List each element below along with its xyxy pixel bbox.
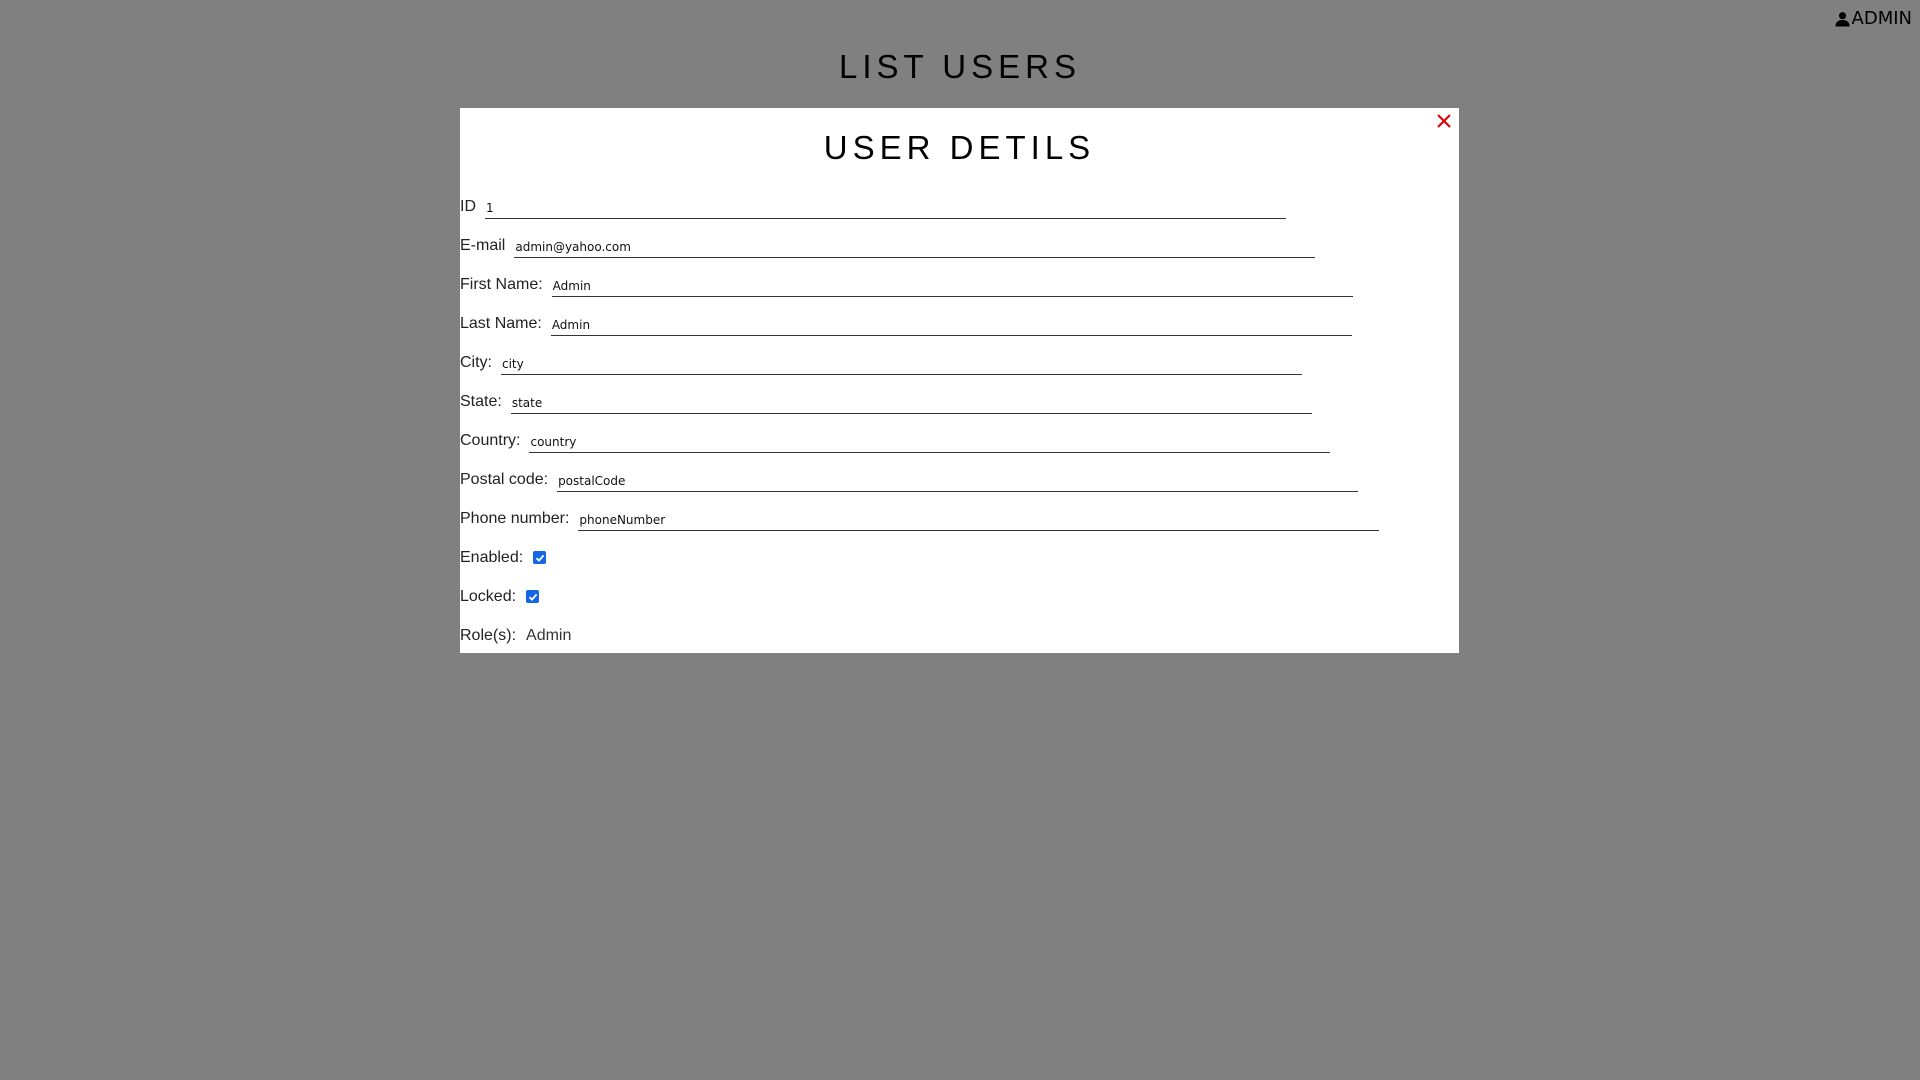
email-field[interactable] [514, 237, 1316, 258]
field-row-postal-code: Postal code: [460, 453, 1459, 492]
enabled-label: Enabled: [460, 549, 524, 566]
first-name-label: First Name: [460, 276, 543, 293]
locked-checkbox[interactable] [526, 590, 540, 603]
postal-code-field[interactable] [557, 471, 1359, 492]
field-row-phone-number: Phone number: [460, 492, 1459, 531]
city-label: City: [460, 354, 492, 371]
state-label: State: [460, 393, 502, 410]
state-field[interactable] [510, 393, 1312, 414]
first-name-field[interactable] [551, 276, 1353, 297]
close-icon [1437, 114, 1451, 128]
checkmark-icon [535, 554, 544, 562]
field-row-state: State: [460, 375, 1459, 414]
checkmark-icon [528, 593, 537, 601]
id-field[interactable] [485, 198, 1286, 219]
postal-code-label: Postal code: [460, 471, 549, 488]
close-button[interactable] [1433, 110, 1455, 132]
last-name-field[interactable] [550, 315, 1352, 336]
country-field[interactable] [529, 432, 1331, 453]
modal-title: USER DETILS [823, 129, 1096, 166]
city-field[interactable] [501, 354, 1302, 375]
country-label: Country: [460, 432, 521, 449]
roles-label: Role(s): [460, 627, 517, 644]
enabled-checkbox[interactable] [533, 551, 547, 564]
field-row-locked: Locked: [460, 570, 1459, 609]
field-row-enabled: Enabled: [460, 531, 1459, 570]
page-title: LIST USERS [839, 48, 1081, 85]
user-name: ADMIN [1851, 8, 1912, 29]
user-menu-button[interactable]: ADMIN [1834, 8, 1912, 29]
field-row-country: Country: [460, 414, 1459, 453]
field-row-first-name: First Name: [460, 258, 1459, 297]
field-row-roles: Role(s): Admin [460, 609, 1459, 648]
phone-number-field[interactable] [578, 510, 1380, 531]
user-details-modal: USER DETILS ID E-mail First Name: Last N… [460, 108, 1459, 653]
roles-value: Admin [526, 627, 572, 644]
user-icon [1834, 11, 1850, 27]
field-row-city: City: [460, 336, 1459, 375]
field-row-id: ID [460, 180, 1459, 219]
field-row-last-name: Last Name: [460, 297, 1459, 336]
phone-number-label: Phone number: [460, 510, 570, 527]
field-row-email: E-mail [460, 219, 1459, 258]
last-name-label: Last Name: [460, 315, 542, 332]
user-details-form: ID E-mail First Name: Last Name: City: S… [460, 180, 1459, 648]
id-label: ID [460, 198, 476, 215]
email-label: E-mail [460, 237, 506, 254]
locked-label: Locked: [460, 588, 517, 605]
